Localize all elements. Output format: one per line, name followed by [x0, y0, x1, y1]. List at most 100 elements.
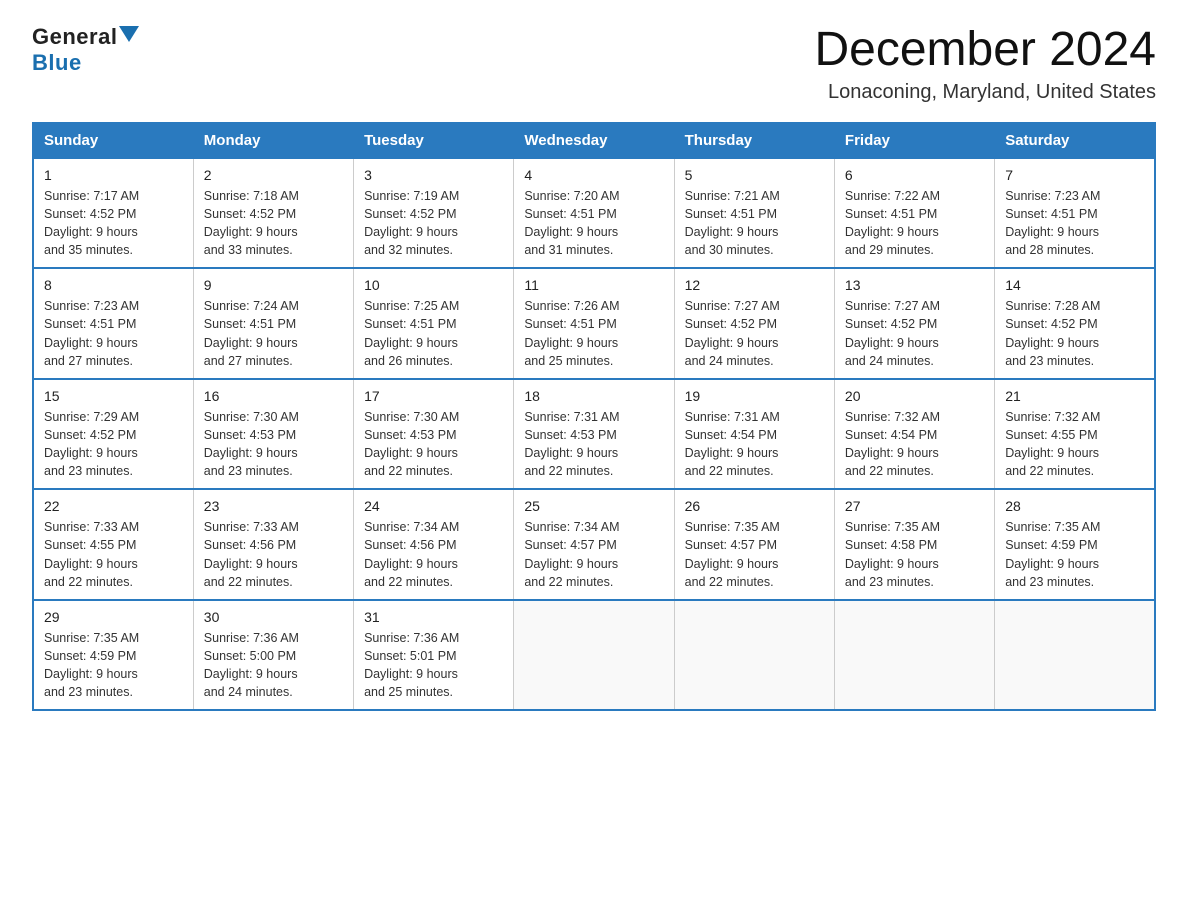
calendar-cell: 17 Sunrise: 7:30 AMSunset: 4:53 PMDaylig…	[354, 379, 514, 490]
day-number: 18	[524, 388, 663, 404]
calendar-cell: 12 Sunrise: 7:27 AMSunset: 4:52 PMDaylig…	[674, 268, 834, 379]
calendar-cell	[514, 600, 674, 711]
day-info: Sunrise: 7:32 AMSunset: 4:54 PMDaylight:…	[845, 408, 984, 481]
day-number: 30	[204, 609, 343, 625]
calendar-cell: 13 Sunrise: 7:27 AMSunset: 4:52 PMDaylig…	[834, 268, 994, 379]
day-info: Sunrise: 7:29 AMSunset: 4:52 PMDaylight:…	[44, 408, 183, 481]
calendar-header-sunday: Sunday	[33, 123, 193, 158]
day-number: 25	[524, 498, 663, 514]
calendar-cell: 20 Sunrise: 7:32 AMSunset: 4:54 PMDaylig…	[834, 379, 994, 490]
day-info: Sunrise: 7:33 AMSunset: 4:56 PMDaylight:…	[204, 518, 343, 591]
day-number: 12	[685, 277, 824, 293]
day-number: 11	[524, 277, 663, 293]
page-header: General Blue December 2024 Lonaconing, M…	[32, 24, 1156, 104]
logo: General Blue	[32, 24, 139, 76]
calendar-cell: 15 Sunrise: 7:29 AMSunset: 4:52 PMDaylig…	[33, 379, 193, 490]
calendar-cell: 2 Sunrise: 7:18 AMSunset: 4:52 PMDayligh…	[193, 158, 353, 269]
day-number: 14	[1005, 277, 1144, 293]
day-info: Sunrise: 7:25 AMSunset: 4:51 PMDaylight:…	[364, 297, 503, 370]
calendar-cell: 25 Sunrise: 7:34 AMSunset: 4:57 PMDaylig…	[514, 489, 674, 600]
day-number: 15	[44, 388, 183, 404]
day-info: Sunrise: 7:23 AMSunset: 4:51 PMDaylight:…	[1005, 187, 1144, 260]
day-info: Sunrise: 7:21 AMSunset: 4:51 PMDaylight:…	[685, 187, 824, 260]
day-info: Sunrise: 7:34 AMSunset: 4:56 PMDaylight:…	[364, 518, 503, 591]
calendar-cell: 8 Sunrise: 7:23 AMSunset: 4:51 PMDayligh…	[33, 268, 193, 379]
calendar-week-row: 29 Sunrise: 7:35 AMSunset: 4:59 PMDaylig…	[33, 600, 1155, 711]
day-number: 1	[44, 167, 183, 183]
day-info: Sunrise: 7:30 AMSunset: 4:53 PMDaylight:…	[364, 408, 503, 481]
calendar-cell: 9 Sunrise: 7:24 AMSunset: 4:51 PMDayligh…	[193, 268, 353, 379]
day-info: Sunrise: 7:35 AMSunset: 4:59 PMDaylight:…	[1005, 518, 1144, 591]
day-info: Sunrise: 7:27 AMSunset: 4:52 PMDaylight:…	[685, 297, 824, 370]
day-number: 22	[44, 498, 183, 514]
day-info: Sunrise: 7:27 AMSunset: 4:52 PMDaylight:…	[845, 297, 984, 370]
title-block: December 2024 Lonaconing, Maryland, Unit…	[814, 24, 1156, 104]
day-number: 26	[685, 498, 824, 514]
day-info: Sunrise: 7:20 AMSunset: 4:51 PMDaylight:…	[524, 187, 663, 260]
day-number: 20	[845, 388, 984, 404]
calendar-cell: 4 Sunrise: 7:20 AMSunset: 4:51 PMDayligh…	[514, 158, 674, 269]
day-number: 31	[364, 609, 503, 625]
calendar-header-thursday: Thursday	[674, 123, 834, 158]
day-number: 3	[364, 167, 503, 183]
calendar-cell	[995, 600, 1155, 711]
day-number: 16	[204, 388, 343, 404]
calendar-cell: 5 Sunrise: 7:21 AMSunset: 4:51 PMDayligh…	[674, 158, 834, 269]
day-number: 27	[845, 498, 984, 514]
day-info: Sunrise: 7:35 AMSunset: 4:58 PMDaylight:…	[845, 518, 984, 591]
calendar-cell: 18 Sunrise: 7:31 AMSunset: 4:53 PMDaylig…	[514, 379, 674, 490]
day-info: Sunrise: 7:36 AMSunset: 5:01 PMDaylight:…	[364, 629, 503, 702]
calendar-cell: 23 Sunrise: 7:33 AMSunset: 4:56 PMDaylig…	[193, 489, 353, 600]
logo-blue-text: Blue	[32, 50, 82, 76]
day-number: 13	[845, 277, 984, 293]
day-info: Sunrise: 7:35 AMSunset: 4:57 PMDaylight:…	[685, 518, 824, 591]
day-info: Sunrise: 7:22 AMSunset: 4:51 PMDaylight:…	[845, 187, 984, 260]
location-subtitle: Lonaconing, Maryland, United States	[814, 81, 1156, 104]
calendar-cell: 1 Sunrise: 7:17 AMSunset: 4:52 PMDayligh…	[33, 158, 193, 269]
calendar-cell: 21 Sunrise: 7:32 AMSunset: 4:55 PMDaylig…	[995, 379, 1155, 490]
calendar-cell: 31 Sunrise: 7:36 AMSunset: 5:01 PMDaylig…	[354, 600, 514, 711]
calendar-cell: 16 Sunrise: 7:30 AMSunset: 4:53 PMDaylig…	[193, 379, 353, 490]
day-info: Sunrise: 7:19 AMSunset: 4:52 PMDaylight:…	[364, 187, 503, 260]
calendar-cell: 22 Sunrise: 7:33 AMSunset: 4:55 PMDaylig…	[33, 489, 193, 600]
calendar-week-row: 22 Sunrise: 7:33 AMSunset: 4:55 PMDaylig…	[33, 489, 1155, 600]
day-number: 21	[1005, 388, 1144, 404]
logo-triangle-icon	[119, 26, 139, 42]
calendar-cell: 14 Sunrise: 7:28 AMSunset: 4:52 PMDaylig…	[995, 268, 1155, 379]
calendar-cell	[834, 600, 994, 711]
day-info: Sunrise: 7:32 AMSunset: 4:55 PMDaylight:…	[1005, 408, 1144, 481]
calendar-cell: 29 Sunrise: 7:35 AMSunset: 4:59 PMDaylig…	[33, 600, 193, 711]
calendar-cell	[674, 600, 834, 711]
calendar-week-row: 8 Sunrise: 7:23 AMSunset: 4:51 PMDayligh…	[33, 268, 1155, 379]
calendar-cell: 28 Sunrise: 7:35 AMSunset: 4:59 PMDaylig…	[995, 489, 1155, 600]
day-info: Sunrise: 7:24 AMSunset: 4:51 PMDaylight:…	[204, 297, 343, 370]
calendar-cell: 30 Sunrise: 7:36 AMSunset: 5:00 PMDaylig…	[193, 600, 353, 711]
day-info: Sunrise: 7:26 AMSunset: 4:51 PMDaylight:…	[524, 297, 663, 370]
day-info: Sunrise: 7:18 AMSunset: 4:52 PMDaylight:…	[204, 187, 343, 260]
calendar-header-tuesday: Tuesday	[354, 123, 514, 158]
day-number: 19	[685, 388, 824, 404]
day-number: 24	[364, 498, 503, 514]
day-info: Sunrise: 7:36 AMSunset: 5:00 PMDaylight:…	[204, 629, 343, 702]
calendar-cell: 24 Sunrise: 7:34 AMSunset: 4:56 PMDaylig…	[354, 489, 514, 600]
day-number: 17	[364, 388, 503, 404]
day-info: Sunrise: 7:31 AMSunset: 4:54 PMDaylight:…	[685, 408, 824, 481]
calendar-header-monday: Monday	[193, 123, 353, 158]
calendar-cell: 3 Sunrise: 7:19 AMSunset: 4:52 PMDayligh…	[354, 158, 514, 269]
day-number: 29	[44, 609, 183, 625]
day-number: 4	[524, 167, 663, 183]
day-info: Sunrise: 7:28 AMSunset: 4:52 PMDaylight:…	[1005, 297, 1144, 370]
calendar-cell: 26 Sunrise: 7:35 AMSunset: 4:57 PMDaylig…	[674, 489, 834, 600]
calendar-cell: 6 Sunrise: 7:22 AMSunset: 4:51 PMDayligh…	[834, 158, 994, 269]
day-number: 6	[845, 167, 984, 183]
calendar-cell: 7 Sunrise: 7:23 AMSunset: 4:51 PMDayligh…	[995, 158, 1155, 269]
calendar-header-wednesday: Wednesday	[514, 123, 674, 158]
logo-general-text: General	[32, 24, 117, 50]
day-number: 2	[204, 167, 343, 183]
day-info: Sunrise: 7:17 AMSunset: 4:52 PMDaylight:…	[44, 187, 183, 260]
calendar-table: SundayMondayTuesdayWednesdayThursdayFrid…	[32, 122, 1156, 712]
month-title: December 2024	[814, 24, 1156, 77]
day-number: 28	[1005, 498, 1144, 514]
day-number: 8	[44, 277, 183, 293]
calendar-header-row: SundayMondayTuesdayWednesdayThursdayFrid…	[33, 123, 1155, 158]
